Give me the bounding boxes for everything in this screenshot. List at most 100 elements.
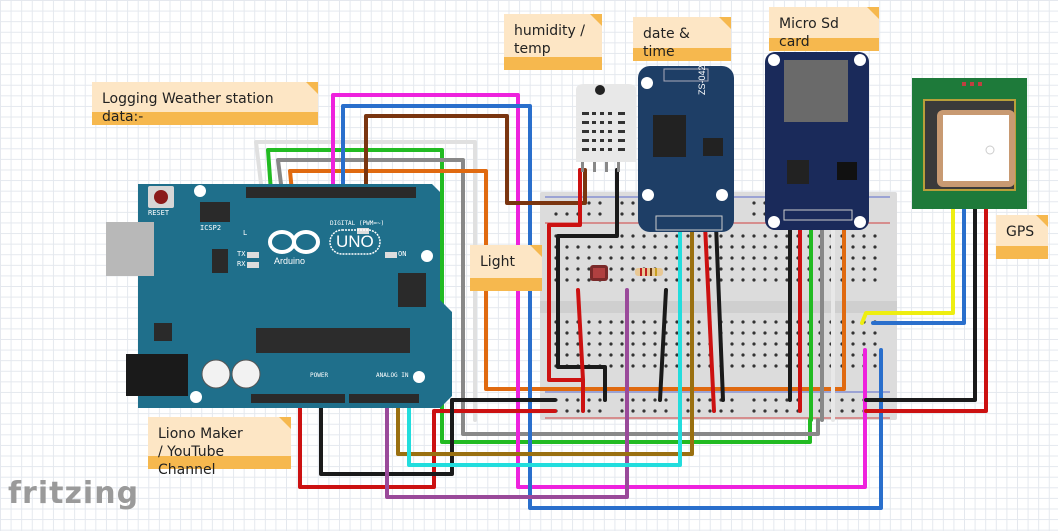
note-light-text: Light: [480, 254, 515, 270]
breadboard-hole: [686, 278, 690, 282]
note-sdcard[interactable]: Micro Sd card: [769, 7, 879, 51]
breadboard-hole: [741, 364, 745, 368]
breadboard-hole: [752, 201, 756, 205]
arduino-brand-label: Arduino: [274, 256, 306, 266]
breadboard-hole: [730, 364, 734, 368]
breadboard-hole: [587, 201, 591, 205]
breadboard-hole: [642, 409, 646, 413]
breadboard-hole: [730, 398, 734, 402]
dht-vent: [582, 121, 589, 124]
breadboard-hole: [631, 320, 635, 324]
photoresistor[interactable]: [590, 265, 608, 281]
breadboard-hole: [719, 267, 723, 271]
breadboard-hole: [873, 342, 877, 346]
breadboard-hole: [565, 320, 569, 324]
dht-vent: [592, 121, 596, 124]
note-light[interactable]: Light: [470, 245, 542, 291]
breadboard-hole: [752, 245, 756, 249]
note-humidity[interactable]: humidity / temp: [504, 14, 602, 70]
note-humidity-line1: humidity /: [514, 23, 585, 39]
breadboard-hole: [708, 245, 712, 249]
breadboard-hole: [774, 256, 778, 260]
breadboard-hole: [708, 256, 712, 260]
note-credit-line1: Liono Maker: [158, 426, 243, 442]
breadboard-hole: [862, 278, 866, 282]
breadboard-hole: [653, 409, 657, 413]
breadboard-hole: [708, 234, 712, 238]
breadboard-hole: [664, 353, 668, 357]
breadboard-hole: [609, 364, 613, 368]
breadboard-hole: [873, 245, 877, 249]
breadboard-hole: [763, 364, 767, 368]
note-title[interactable]: Logging Weather station data:-: [92, 82, 318, 125]
breadboard-hole: [697, 342, 701, 346]
resistor[interactable]: [635, 268, 663, 276]
breadboard-hole: [664, 409, 668, 413]
power-label: POWER: [310, 372, 329, 379]
dht-vent: [592, 130, 596, 133]
dht-vent: [618, 130, 625, 133]
breadboard-hole: [697, 278, 701, 282]
breadboard-hole: [664, 364, 668, 368]
gps-module[interactable]: [912, 78, 1027, 209]
breadboard-hole: [598, 353, 602, 357]
breadboard-hole: [719, 409, 723, 413]
breadboard-hole: [609, 267, 613, 271]
led-on-label: ON: [398, 250, 407, 258]
breadboard-hole: [642, 245, 646, 249]
breadboard-hole: [631, 353, 635, 357]
breadboard-hole: [719, 256, 723, 260]
breadboard-hole: [598, 245, 602, 249]
breadboard-hole: [741, 267, 745, 271]
breadboard-hole: [620, 267, 624, 271]
dht-vent: [582, 139, 589, 142]
breadboard-hole: [851, 278, 855, 282]
breadboard-hole: [620, 256, 624, 260]
breadboard-hole: [576, 256, 580, 260]
dht-vent: [600, 148, 604, 151]
breadboard-hole: [620, 320, 624, 324]
breadboard-hole: [763, 234, 767, 238]
breadboard-hole: [598, 201, 602, 205]
note-gps[interactable]: GPS: [996, 215, 1048, 259]
breadboard-hole: [609, 245, 613, 249]
note-datetime[interactable]: date & time: [633, 17, 731, 61]
breadboard-hole: [730, 267, 734, 271]
breadboard-hole: [653, 331, 657, 335]
breadboard-hole: [620, 364, 624, 368]
breadboard-hole: [576, 398, 580, 402]
breadboard-hole: [642, 256, 646, 260]
dht22-sensor[interactable]: [576, 84, 636, 172]
micro-sd-module[interactable]: [765, 52, 869, 230]
breadboard-hole: [631, 234, 635, 238]
breadboard-hole: [840, 398, 844, 402]
breadboard-hole: [851, 245, 855, 249]
breadboard-hole: [554, 212, 558, 216]
dht-vent: [592, 148, 596, 151]
breadboard-hole: [620, 398, 624, 402]
breadboard-hole: [587, 409, 591, 413]
breadboard-hole: [763, 342, 767, 346]
breadboard-hole: [752, 212, 756, 216]
breadboard-hole: [730, 353, 734, 357]
rtc-ds3231-module[interactable]: [638, 66, 734, 232]
analog-label: ANALOG IN: [376, 372, 409, 379]
breadboard-hole: [873, 256, 877, 260]
analog-header: [349, 394, 419, 403]
breadboard-hole: [774, 409, 778, 413]
breadboard-hole: [873, 331, 877, 335]
dht-vent: [608, 148, 612, 151]
note-credit[interactable]: Liono Maker / YouTube Channel: [148, 417, 291, 478]
breadboard-hole: [620, 234, 624, 238]
uno-label: UNO: [336, 232, 374, 251]
digital-header: [246, 187, 416, 198]
breadboard-hole: [752, 278, 756, 282]
dht-vent: [618, 139, 625, 142]
breadboard-hole: [653, 278, 657, 282]
breadboard-hole: [719, 234, 723, 238]
breadboard-hole: [565, 212, 569, 216]
breadboard-hole: [774, 278, 778, 282]
breadboard-hole: [609, 331, 613, 335]
dht-vent: [592, 139, 596, 142]
breadboard-hole: [642, 353, 646, 357]
